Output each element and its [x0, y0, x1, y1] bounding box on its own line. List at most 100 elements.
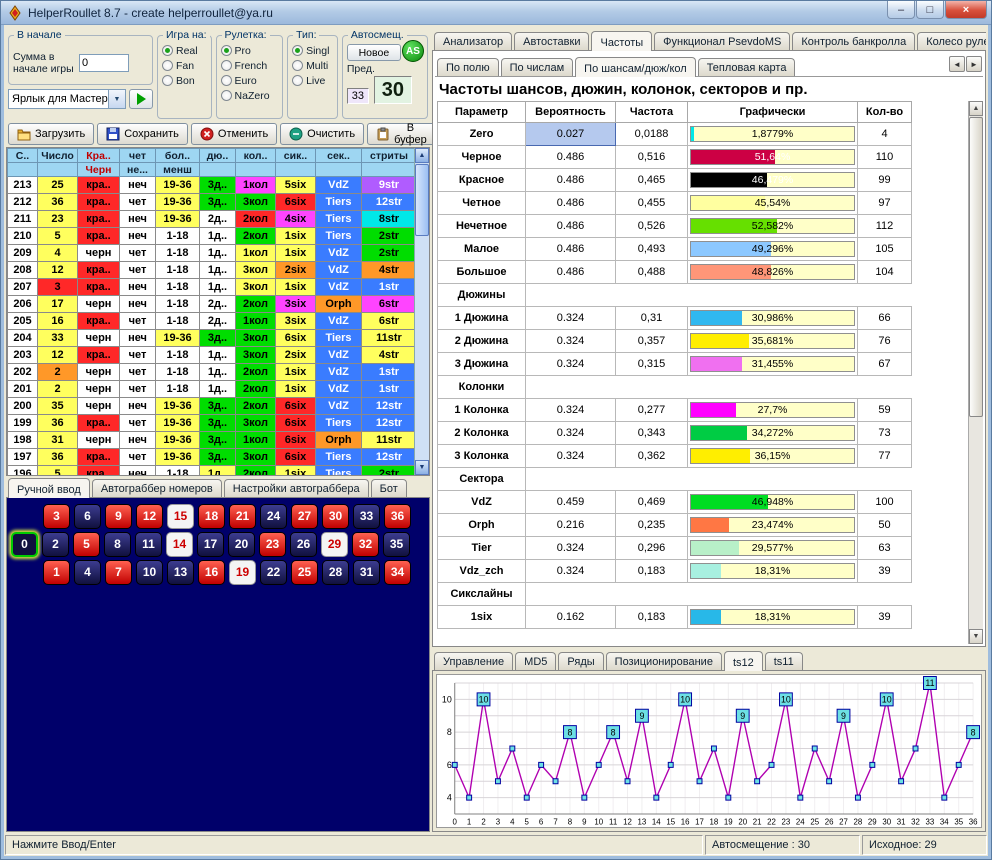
- number-button-15[interactable]: 15: [167, 504, 194, 529]
- number-button-29[interactable]: 29: [321, 532, 348, 557]
- number-button-31[interactable]: 31: [353, 560, 380, 585]
- history-row[interactable]: 20516кра..чет1-182д..1кол3sixVdZ6str: [8, 313, 417, 330]
- number-button-2[interactable]: 2: [42, 532, 69, 557]
- number-button-17[interactable]: 17: [197, 532, 224, 557]
- chevron-down-icon[interactable]: ▼: [108, 90, 125, 108]
- scroll-down-icon[interactable]: ▼: [969, 629, 983, 644]
- freq-subtab-0[interactable]: По полю: [437, 58, 499, 76]
- number-button-34[interactable]: 34: [384, 560, 411, 585]
- history-column-header[interactable]: сек..: [316, 149, 362, 163]
- type-option-live[interactable]: Live: [292, 74, 334, 87]
- number-button-27[interactable]: 27: [291, 504, 318, 529]
- scrollbar-thumb[interactable]: [969, 117, 983, 417]
- number-button-0[interactable]: 0: [11, 532, 38, 557]
- roulette-option-french[interactable]: French: [221, 59, 280, 72]
- type-option-multi[interactable]: Multi: [292, 59, 334, 72]
- chart-tab-0[interactable]: Управление: [434, 652, 513, 670]
- number-button-35[interactable]: 35: [383, 532, 410, 557]
- history-column-header[interactable]: Кра..: [78, 149, 120, 163]
- history-column-header[interactable]: кол..: [236, 149, 276, 163]
- game-option-real[interactable]: Real: [162, 44, 208, 57]
- prev-value-field[interactable]: 33: [347, 88, 369, 104]
- chart-tab-2[interactable]: Ряды: [558, 652, 603, 670]
- number-button-3[interactable]: 3: [43, 504, 70, 529]
- input-tab-0[interactable]: Ручной ввод: [8, 478, 90, 498]
- roulette-option-pro[interactable]: Pro: [221, 44, 280, 57]
- input-tab-2[interactable]: Настройки автограббера: [224, 479, 369, 497]
- history-column-header[interactable]: Число: [38, 149, 78, 163]
- number-button-8[interactable]: 8: [104, 532, 131, 557]
- analysis-tab-0[interactable]: Анализатор: [434, 32, 512, 50]
- play-button[interactable]: [129, 89, 153, 109]
- history-row[interactable]: 2094чернчет1-181д..1кол1sixVdZ2str: [8, 245, 417, 262]
- number-button-28[interactable]: 28: [322, 560, 349, 585]
- number-button-13[interactable]: 13: [167, 560, 194, 585]
- history-row[interactable]: 21325кра..неч19-363д..1кол5sixVdZ9str: [8, 177, 417, 194]
- history-column-header[interactable]: С..: [8, 149, 38, 163]
- history-row[interactable]: 1965кра..неч1-181д..2кол1sixTiers2str: [8, 466, 417, 477]
- maximize-button[interactable]: □: [916, 1, 944, 19]
- game-option-bon[interactable]: Bon: [162, 74, 208, 87]
- roulette-option-nazero[interactable]: NaZero: [221, 89, 280, 102]
- freq-subtab-2[interactable]: По шансам/дюж/кол: [575, 57, 696, 77]
- history-row[interactable]: 19736кра..чет19-363д..3кол6sixTiers12str: [8, 449, 417, 466]
- history-row[interactable]: 20312кра..чет1-181д..3кол2sixVdZ4str: [8, 347, 417, 364]
- analysis-tab-3[interactable]: Функционал PsevdoMS: [654, 32, 790, 50]
- number-button-33[interactable]: 33: [353, 504, 380, 529]
- game-option-fan[interactable]: Fan: [162, 59, 208, 72]
- number-button-5[interactable]: 5: [73, 532, 100, 557]
- number-button-30[interactable]: 30: [322, 504, 349, 529]
- input-tab-1[interactable]: Автограббер номеров: [92, 479, 222, 497]
- history-column-header[interactable]: чет: [120, 149, 156, 163]
- scroll-up-icon[interactable]: ▲: [415, 148, 429, 163]
- analysis-tab-5[interactable]: Колесо рулет: [917, 32, 986, 50]
- history-row[interactable]: 20035черннеч19-363д..2кол6sixVdZ12str: [8, 398, 417, 415]
- minimize-button[interactable]: –: [887, 1, 915, 19]
- number-button-14[interactable]: 14: [166, 532, 193, 557]
- number-button-16[interactable]: 16: [198, 560, 225, 585]
- clipboard-button[interactable]: В буфер: [367, 123, 436, 145]
- new-button[interactable]: Новое: [347, 44, 401, 61]
- number-button-11[interactable]: 11: [135, 532, 162, 557]
- close-button[interactable]: ×: [945, 1, 987, 19]
- floppy-disk-button[interactable]: Сохранить: [97, 123, 188, 145]
- analysis-tab-2[interactable]: Частоты: [591, 31, 652, 51]
- number-button-25[interactable]: 25: [291, 560, 318, 585]
- number-button-4[interactable]: 4: [74, 560, 101, 585]
- start-sum-input[interactable]: [79, 54, 129, 72]
- history-row[interactable]: 2105кра..неч1-181д..2кол1sixTiers2str: [8, 228, 417, 245]
- scroll-up-icon[interactable]: ▲: [969, 101, 983, 116]
- history-row[interactable]: 2012чернчет1-181д..2кол1sixVdZ1str: [8, 381, 417, 398]
- history-row[interactable]: 20812кра..чет1-181д..3кол2sixVdZ4str: [8, 262, 417, 279]
- as-button[interactable]: AS: [402, 40, 424, 62]
- folder-open-button[interactable]: Загрузить: [8, 123, 94, 145]
- input-tab-3[interactable]: Бот: [371, 479, 407, 497]
- history-row[interactable]: 19936кра..чет19-363д..3кол6sixTiers12str: [8, 415, 417, 432]
- scrollbar-thumb[interactable]: [415, 164, 429, 236]
- number-button-10[interactable]: 10: [136, 560, 163, 585]
- chart-tab-1[interactable]: MD5: [515, 652, 556, 670]
- type-option-singl[interactable]: Singl: [292, 44, 334, 57]
- number-button-36[interactable]: 36: [384, 504, 411, 529]
- frequency-scrollbar[interactable]: ▲ ▼: [968, 101, 983, 644]
- number-button-6[interactable]: 6: [74, 504, 101, 529]
- analysis-tab-1[interactable]: Автоставки: [514, 32, 589, 50]
- number-button-20[interactable]: 20: [228, 532, 255, 557]
- history-column-header[interactable]: бол..: [156, 149, 200, 163]
- history-scrollbar[interactable]: ▲ ▼: [414, 148, 429, 475]
- history-row[interactable]: 2073кра..неч1-181д..3кол1sixVdZ1str: [8, 279, 417, 296]
- freq-subtab-1[interactable]: По числам: [501, 58, 574, 76]
- number-button-32[interactable]: 32: [352, 532, 379, 557]
- chart-tab-4[interactable]: ts12: [724, 651, 763, 671]
- clear-button[interactable]: Очистить: [280, 123, 364, 145]
- number-button-26[interactable]: 26: [290, 532, 317, 557]
- history-row[interactable]: 21236кра..чет19-363д..3кол6sixTiers12str: [8, 194, 417, 211]
- freq-subtab-3[interactable]: Тепловая карта: [698, 58, 796, 76]
- number-button-9[interactable]: 9: [105, 504, 132, 529]
- cancel-button[interactable]: Отменить: [191, 123, 277, 145]
- number-button-22[interactable]: 22: [260, 560, 287, 585]
- chart-tab-5[interactable]: ts11: [765, 652, 803, 670]
- scroll-down-icon[interactable]: ▼: [415, 460, 429, 475]
- chart-tab-3[interactable]: Позиционирование: [606, 652, 722, 670]
- analysis-tab-4[interactable]: Контроль банкролла: [792, 32, 915, 50]
